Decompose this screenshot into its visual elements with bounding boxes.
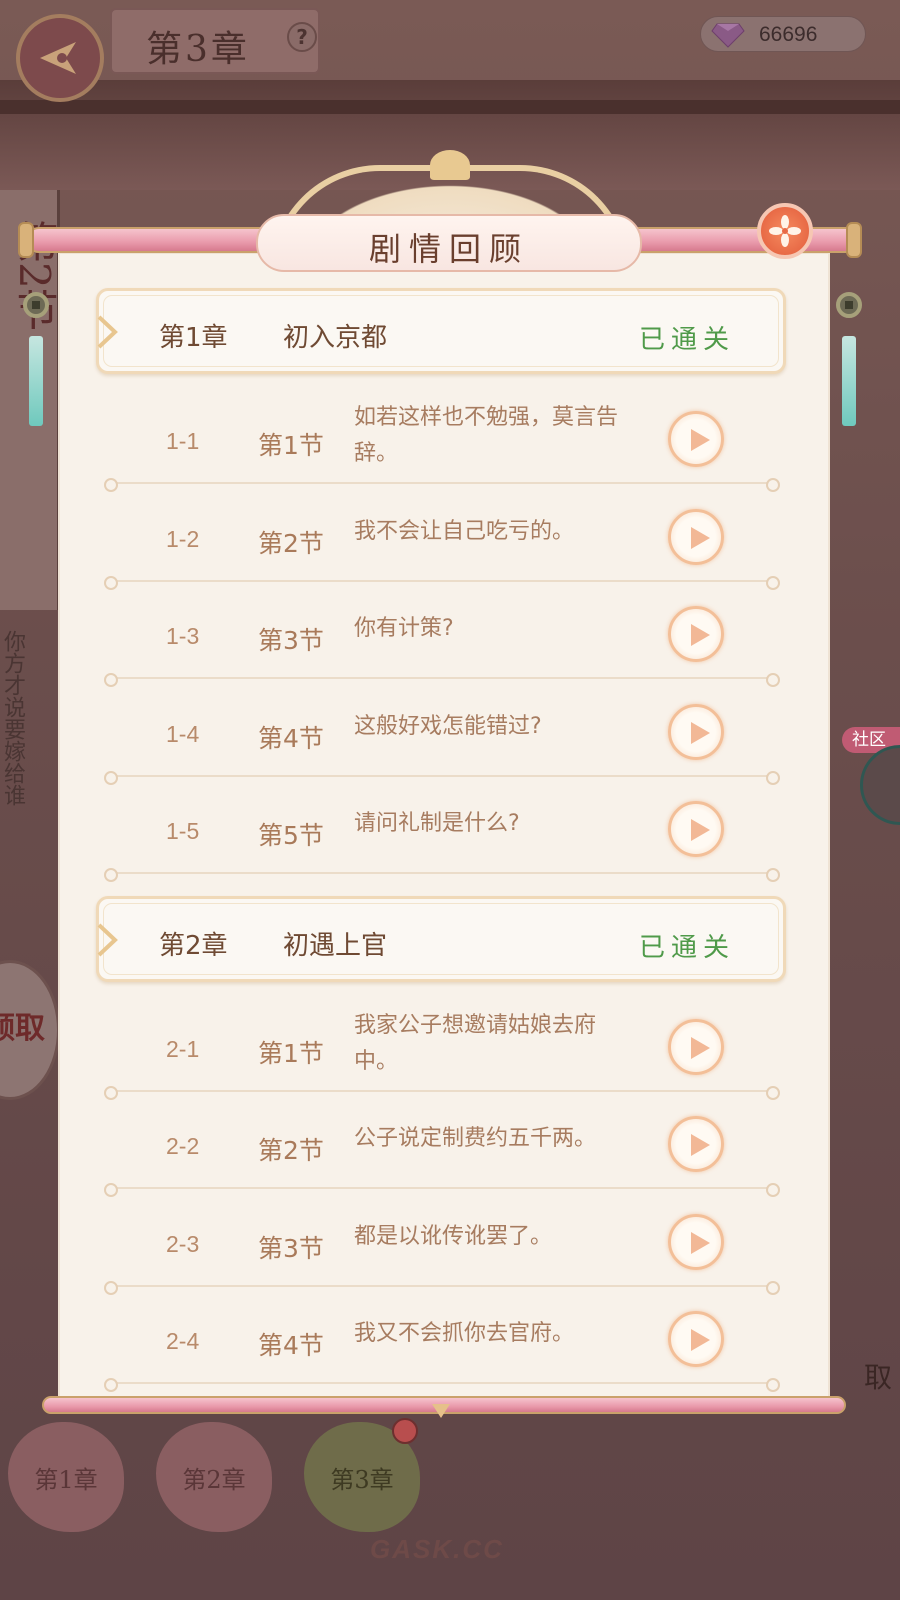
section-text: 我不会让自己吃亏的。 <box>354 518 575 544</box>
section-label: 第1节 <box>258 431 324 460</box>
background-claim-seal: 领取 <box>0 960 60 1100</box>
section-id: 1-5 <box>166 818 200 844</box>
chapter-status: 已通关 <box>638 325 735 355</box>
gem-counter: 66696 <box>700 16 866 52</box>
section-id: 1-4 <box>166 720 200 747</box>
background-beam <box>0 100 900 114</box>
play-icon <box>691 1329 710 1351</box>
play-icon <box>691 1036 710 1059</box>
play-button[interactable] <box>668 1213 724 1270</box>
watermark: GASK.CC <box>370 1534 504 1564</box>
section-row: 2-1 第1节 我家公子想邀请姑娘去府中。 <box>58 994 830 1100</box>
modal-title-plaque: 剧情回顾 <box>256 214 642 272</box>
chapter-header[interactable]: 第2章 初遇上官 已通关 <box>96 895 786 982</box>
play-icon <box>691 526 710 549</box>
community-icon <box>860 745 900 825</box>
back-button[interactable] <box>16 14 104 102</box>
story-review-list: 第1章 初入京都 已通关 1-1 第1节 如若这样也不勉强，莫言告辞。 1-2 第2节 我不会让… <box>58 252 830 1402</box>
play-button[interactable] <box>668 703 724 760</box>
scroll-rod-end-right <box>846 222 862 258</box>
play-button[interactable] <box>668 606 724 662</box>
play-icon <box>691 1231 710 1254</box>
section-label: 第2节 <box>258 1136 324 1165</box>
play-button[interactable] <box>668 1311 724 1367</box>
section-text: 都是以讹传讹罢了。 <box>354 1223 553 1249</box>
row-divider <box>104 1378 780 1392</box>
chapter-number: 第2章 <box>159 930 228 961</box>
section-text: 请问礼制是什么? <box>354 811 520 836</box>
background-dialog-text: 你方才说要嫁给谁 <box>0 630 25 806</box>
modal-title: 剧情回顾 <box>368 230 529 268</box>
section-id: 2-2 <box>166 1133 200 1159</box>
section-text: 公子说定制费约五千两。 <box>354 1126 597 1151</box>
play-icon <box>691 721 710 744</box>
play-button[interactable] <box>668 801 724 857</box>
section-text: 你有计策? <box>354 616 454 641</box>
background-take-text: 取 <box>863 1361 892 1394</box>
section-label: 第2节 <box>258 528 324 558</box>
section-row: 2-2 第2节 公子说定制费约五千两。 <box>58 1091 830 1197</box>
row-divider <box>104 868 780 882</box>
section-label: 第5节 <box>258 821 324 850</box>
chapter-status: 已通关 <box>638 932 735 963</box>
section-row: 1-1 第1节 如若这样也不勉强，莫言告辞。 <box>58 386 830 492</box>
play-button[interactable] <box>668 1018 724 1075</box>
chapter-header[interactable]: 第1章 初入京都 已通关 <box>96 288 786 374</box>
gem-count: 66696 <box>759 23 818 46</box>
bottom-tab-chapter-3-label: 第3章 <box>330 1465 394 1494</box>
play-button[interactable] <box>668 411 724 467</box>
section-row: 1-3 第3节 你有计策? <box>58 581 830 687</box>
lotus-ornament-icon <box>430 150 470 180</box>
section-text: 这般好戏怎能错过? <box>354 713 542 739</box>
section-id: 1-1 <box>166 428 200 454</box>
chapter-number: 第1章 <box>159 323 228 353</box>
play-button[interactable] <box>668 508 724 565</box>
play-icon <box>691 624 710 646</box>
tassel-left <box>29 336 43 426</box>
scroll-rod-end-left <box>18 222 34 258</box>
section-text: 我又不会抓你去官府。 <box>354 1321 575 1346</box>
section-label: 第3节 <box>258 1233 324 1263</box>
section-id: 1-3 <box>166 623 200 649</box>
section-label: 第3节 <box>258 626 324 655</box>
section-row: 1-4 第4节 这般好戏怎能错过? <box>58 679 830 785</box>
question-icon[interactable]: ? <box>287 22 317 52</box>
section-row: 2-4 第4节 我又不会抓你去官府。 <box>58 1286 830 1392</box>
section-text: 我家公子想邀请姑娘去府中。 <box>354 1012 597 1074</box>
section-text: 如若这样也不勉强，莫言告辞。 <box>354 405 619 466</box>
chapter-title: 第3章 <box>146 29 250 70</box>
play-icon <box>691 1134 710 1156</box>
coin-tassel-icon <box>23 292 49 318</box>
chapter-name: 初遇上官 <box>283 930 388 961</box>
section-label: 第1节 <box>258 1038 324 1068</box>
chevron-right-icon <box>97 315 118 349</box>
section-label: 第4节 <box>258 1331 324 1360</box>
coin-tassel-icon <box>836 292 862 318</box>
chapter-name: 初入京都 <box>283 323 388 353</box>
section-label: 第4节 <box>258 723 324 753</box>
play-icon <box>691 819 710 841</box>
section-id: 2-4 <box>166 1328 200 1354</box>
diamond-icon <box>711 23 745 48</box>
swallow-back-icon <box>40 42 76 74</box>
play-icon <box>691 429 710 451</box>
flower-close-icon <box>769 215 801 247</box>
chevron-right-icon <box>97 923 118 956</box>
section-row: 1-5 第5节 请问礼制是什么? <box>58 776 830 882</box>
tassel-right <box>842 336 856 426</box>
new-badge-icon <box>392 1418 418 1444</box>
section-id: 2-1 <box>166 1035 200 1062</box>
close-button[interactable] <box>757 203 813 259</box>
section-id: 1-2 <box>166 525 200 552</box>
section-id: 2-3 <box>166 1230 200 1257</box>
background-claim-text: 领取 <box>0 1011 45 1046</box>
section-row: 2-3 第3节 都是以讹传讹罢了。 <box>58 1189 830 1295</box>
section-row: 1-2 第2节 我不会让自己吃亏的。 <box>58 484 830 590</box>
play-button[interactable] <box>668 1116 724 1172</box>
